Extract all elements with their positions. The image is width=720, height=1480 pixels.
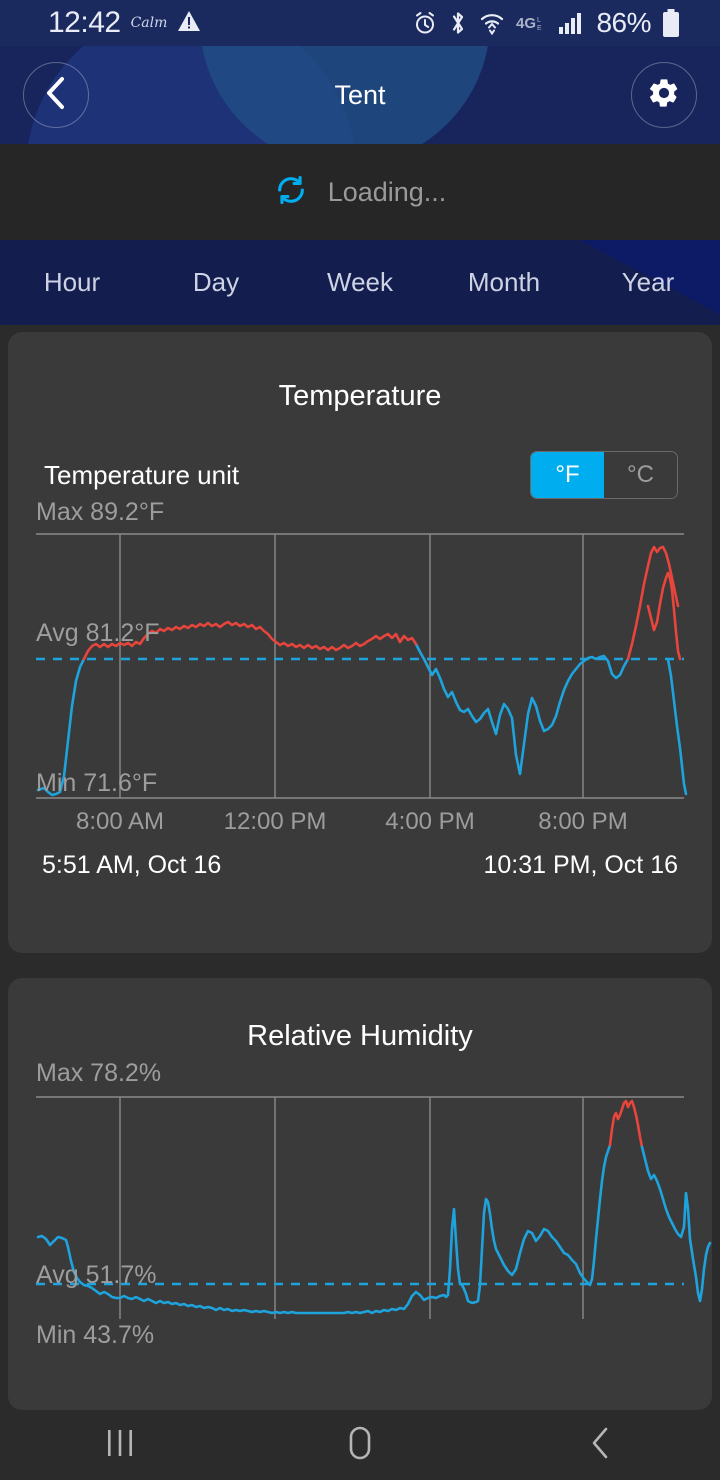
tab-day[interactable]: Day	[144, 267, 288, 298]
temperature-unit-row: Temperature unit °F °C	[44, 451, 678, 499]
home-icon	[340, 1423, 380, 1468]
loading-banner: Loading...	[0, 144, 720, 240]
battery-percent: 86%	[596, 7, 651, 38]
back-icon	[584, 1425, 616, 1466]
temperature-x-axis-labels: 8:00 AM 12:00 PM 4:00 PM 8:00 PM	[8, 808, 712, 848]
tab-week[interactable]: Week	[288, 267, 432, 298]
humidity-chart[interactable]: Max 78.2% Avg 51.7% Min 43.7%	[8, 1059, 712, 1349]
temperature-xtick-0: 8:00 AM	[75, 808, 165, 835]
unit-option-fahrenheit[interactable]: °F	[531, 452, 604, 498]
temperature-xtick-3: 8:00 PM	[538, 808, 628, 835]
alarm-icon	[413, 11, 437, 35]
status-clock: 12:42	[48, 6, 121, 39]
android-nav-bar	[0, 1410, 720, 1480]
temperature-max-label: Max 89.2°F	[36, 498, 165, 526]
nav-back-button[interactable]	[480, 1425, 720, 1466]
4g-lte-icon: 4G L E	[516, 13, 548, 33]
battery-icon	[662, 9, 680, 37]
humidity-min-label: Min 43.7%	[36, 1321, 155, 1349]
svg-text:4G: 4G	[516, 15, 536, 32]
page-title: Tent	[334, 79, 386, 110]
tab-hour[interactable]: Hour	[0, 267, 144, 298]
humidity-max-label: Max 78.2%	[36, 1059, 162, 1087]
home-button[interactable]	[240, 1423, 480, 1468]
period-tab-bar: Hour Day Week Month Year	[0, 240, 720, 325]
status-bar-left: 12:42 Calm	[0, 6, 201, 40]
humidity-card: Relative Humidity Max 78.2% Avg 51.7% Mi…	[8, 978, 712, 1410]
temperature-xtick-2: 4:00 PM	[385, 808, 475, 835]
temperature-unit-toggle[interactable]: °F °C	[530, 451, 678, 499]
temperature-card-title: Temperature	[278, 380, 442, 412]
temperature-xtick-1: 12:00 PM	[223, 808, 327, 835]
loading-text: Loading...	[327, 176, 447, 207]
recents-button[interactable]	[0, 1425, 240, 1466]
status-bar: 12:42 Calm 4G L E 86%	[0, 0, 720, 46]
svg-text:E: E	[537, 25, 542, 32]
temperature-range-end: 10:31 PM, Oct 16	[483, 851, 678, 879]
temperature-unit-label: Temperature unit	[44, 459, 240, 490]
humidity-chart-svg	[36, 1096, 712, 1319]
wifi-icon	[479, 10, 505, 36]
status-bar-right: 4G L E 86%	[413, 7, 720, 39]
temperature-chart-svg	[36, 533, 688, 799]
sound-profile-label: Calm	[130, 15, 168, 31]
warning-triangle-icon	[177, 10, 201, 37]
cellular-signal-icon	[559, 12, 585, 34]
unit-option-celsius[interactable]: °C	[604, 452, 677, 498]
refresh-icon	[274, 173, 308, 212]
app-header: Tent	[0, 46, 720, 144]
recents-icon	[100, 1425, 140, 1466]
temperature-chart[interactable]: Max 89.2°F Avg 81.2°F Min 71.6°F 8:00 AM	[8, 498, 712, 879]
tab-year[interactable]: Year	[576, 267, 720, 298]
temperature-card: Temperature Temperature unit °F °C Max 8…	[8, 332, 712, 953]
bluetooth-icon	[448, 10, 468, 36]
temperature-range-start: 5:51 AM, Oct 16	[42, 851, 222, 879]
tab-month[interactable]: Month	[432, 267, 576, 298]
humidity-card-title: Relative Humidity	[247, 1020, 473, 1052]
svg-text:L: L	[537, 17, 541, 24]
temperature-time-range: 5:51 AM, Oct 16 10:31 PM, Oct 16	[8, 851, 712, 880]
